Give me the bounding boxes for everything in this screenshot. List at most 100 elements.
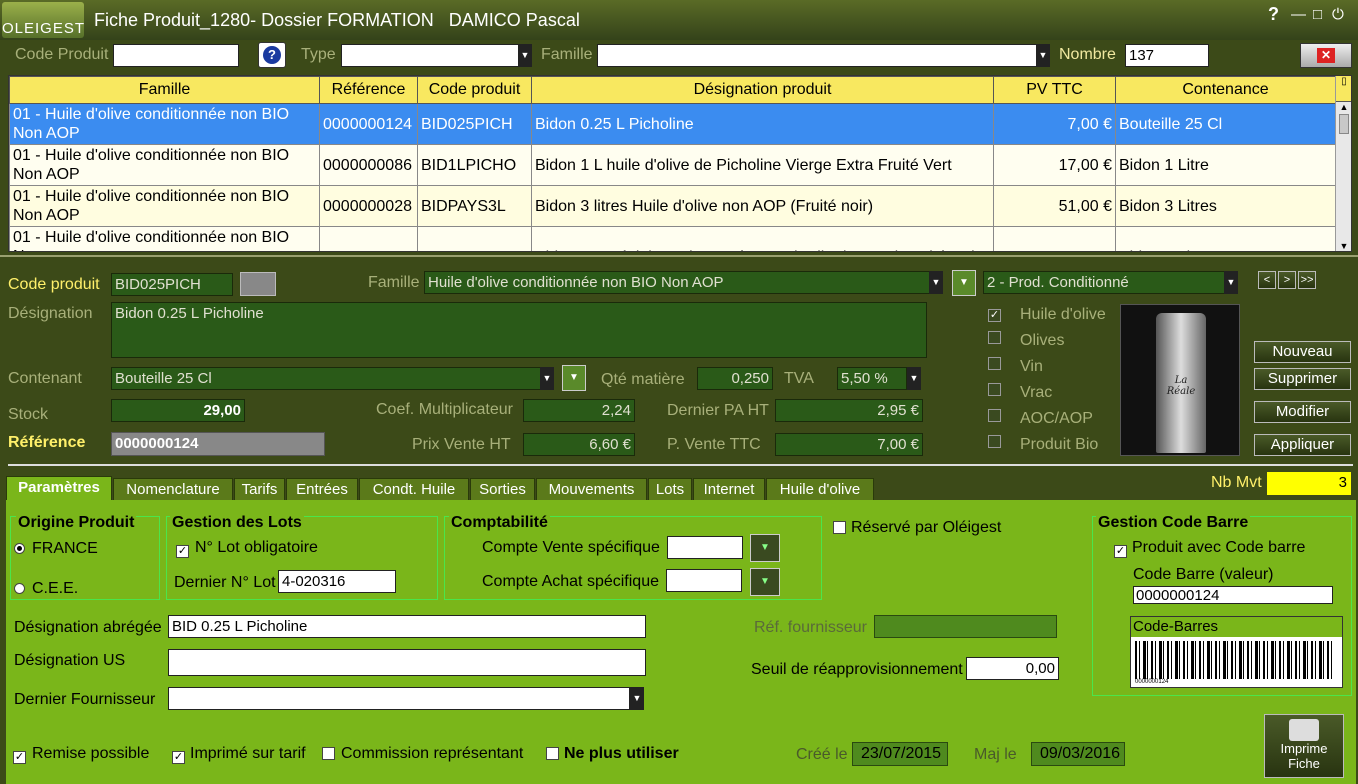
designation-textarea[interactable]: Bidon 0.25 L Picholine bbox=[111, 302, 927, 358]
codebarre-check[interactable]: ✓ bbox=[1114, 541, 1127, 558]
code-produit-search-input[interactable] bbox=[113, 44, 239, 67]
table-row[interactable]: 01 - Huile d'olive conditionnée non BIO … bbox=[9, 185, 1336, 227]
lot-obligatoire-check[interactable]: ✓ bbox=[176, 541, 189, 558]
tab-mouvements[interactable]: Mouvements bbox=[536, 478, 647, 502]
minimize-icon[interactable]: — bbox=[1291, 6, 1306, 23]
grid-scrollbar[interactable]: ▯ ▲ ▼ bbox=[1335, 76, 1351, 251]
close-search-button[interactable]: ✕ bbox=[1300, 43, 1352, 68]
prix-vente-ht-input[interactable]: 6,60 € bbox=[523, 433, 635, 456]
prev-button[interactable]: < bbox=[1258, 271, 1276, 289]
chevron-down-icon[interactable]: ▼ bbox=[540, 367, 554, 390]
chevron-down-icon[interactable]: ▼ bbox=[1224, 271, 1238, 294]
type-detail-select[interactable]: 2 - Prod. Conditionné bbox=[983, 271, 1225, 294]
scroll-thumb[interactable] bbox=[1339, 114, 1349, 134]
remise-check[interactable]: ✓ bbox=[13, 747, 26, 764]
next-button[interactable]: > bbox=[1278, 271, 1296, 289]
checkbox[interactable] bbox=[833, 521, 846, 534]
checkbox[interactable] bbox=[988, 435, 1001, 448]
chevron-down-icon[interactable]: ▼ bbox=[630, 687, 644, 710]
tab-parametres[interactable]: Paramètres bbox=[6, 476, 112, 501]
power-icon[interactable]: ⏻ bbox=[1332, 6, 1344, 23]
checkbox[interactable]: ✓ bbox=[13, 751, 26, 764]
supprimer-button[interactable]: Supprimer bbox=[1254, 368, 1351, 390]
check-vin[interactable] bbox=[988, 357, 1001, 374]
tab-huile-olive[interactable]: Huile d'olive bbox=[766, 478, 874, 502]
tab-entrees[interactable]: Entrées bbox=[286, 478, 358, 502]
help-icon[interactable]: ? bbox=[1268, 4, 1279, 25]
chevron-down-icon[interactable]: ▼ bbox=[518, 44, 532, 67]
help-search-button[interactable]: ? bbox=[258, 42, 286, 68]
col-code[interactable]: Code produit bbox=[417, 76, 532, 104]
tva-select[interactable]: 5,50 % bbox=[837, 367, 907, 390]
col-contenance[interactable]: Contenance bbox=[1115, 76, 1336, 104]
table-row[interactable]: 01 - Huile d'olive conditionnée non BIO … bbox=[9, 226, 1336, 251]
table-row[interactable]: 01 - Huile d'olive conditionnée non BIO … bbox=[9, 144, 1336, 186]
tab-tarifs[interactable]: Tarifs bbox=[234, 478, 285, 502]
imprime-fiche-button[interactable]: Imprime Fiche bbox=[1264, 714, 1344, 778]
check-aoc[interactable] bbox=[988, 409, 1001, 426]
compte-achat-lookup-icon[interactable]: ▼ bbox=[750, 568, 780, 596]
tab-condt-huile[interactable]: Condt. Huile bbox=[359, 478, 469, 502]
ne-plus-utiliser-check[interactable] bbox=[546, 747, 559, 764]
camera-icon[interactable] bbox=[240, 272, 276, 296]
checkbox[interactable] bbox=[546, 747, 559, 760]
famille-select[interactable] bbox=[597, 44, 1037, 67]
dernier-pa-input[interactable]: 2,95 € bbox=[775, 399, 923, 422]
ref-fournisseur-input[interactable] bbox=[874, 615, 1057, 638]
check-vrac[interactable] bbox=[988, 383, 1001, 400]
contenant-select[interactable]: Bouteille 25 Cl bbox=[111, 367, 541, 390]
chevron-down-icon[interactable]: ▼ bbox=[907, 367, 921, 390]
checkbox[interactable] bbox=[322, 747, 335, 760]
tab-lots[interactable]: Lots bbox=[648, 478, 692, 502]
col-designation[interactable]: Désignation produit bbox=[531, 76, 994, 104]
check-bio[interactable] bbox=[988, 435, 1001, 452]
table-row[interactable]: 01 - Huile d'olive conditionnée non BIO … bbox=[9, 103, 1336, 145]
type-select[interactable] bbox=[341, 44, 519, 67]
chevron-down-icon[interactable]: ▼ bbox=[1036, 44, 1050, 67]
check-olives[interactable] bbox=[988, 331, 1001, 348]
checkbox[interactable] bbox=[988, 383, 1001, 396]
expand-icon[interactable]: ▼ bbox=[562, 365, 586, 391]
tab-nomenclature[interactable]: Nomenclature bbox=[113, 478, 233, 502]
nouveau-button[interactable]: Nouveau bbox=[1254, 341, 1351, 363]
commission-check[interactable] bbox=[322, 747, 335, 764]
code-produit-detail-input[interactable]: BID025PICH bbox=[111, 273, 233, 296]
designation-us-input[interactable] bbox=[168, 649, 646, 676]
appliquer-button[interactable]: Appliquer bbox=[1254, 434, 1351, 456]
tab-sorties[interactable]: Sorties bbox=[470, 478, 535, 502]
checkbox[interactable]: ✓ bbox=[988, 309, 1001, 322]
checkbox[interactable]: ✓ bbox=[176, 545, 189, 558]
imprime-tarif-check[interactable]: ✓ bbox=[172, 747, 185, 764]
tab-internet[interactable]: Internet bbox=[693, 478, 765, 502]
check-huile[interactable]: ✓ bbox=[988, 305, 1001, 322]
compte-achat-input[interactable] bbox=[666, 569, 742, 592]
checkbox[interactable] bbox=[988, 331, 1001, 344]
scroll-up-icon[interactable]: ▲ bbox=[1336, 102, 1351, 112]
seuil-input[interactable]: 0,00 bbox=[966, 657, 1059, 680]
qte-matiere-input[interactable]: 0,250 bbox=[697, 367, 773, 390]
maximize-icon[interactable]: □ bbox=[1313, 6, 1322, 23]
compte-vente-input[interactable] bbox=[667, 536, 743, 559]
grid-settings-icon[interactable]: ▯ bbox=[1336, 76, 1351, 102]
radio-france[interactable] bbox=[14, 543, 25, 554]
reserve-check[interactable] bbox=[833, 521, 846, 538]
checkbox[interactable]: ✓ bbox=[172, 751, 185, 764]
checkbox[interactable] bbox=[988, 409, 1001, 422]
scroll-down-icon[interactable]: ▼ bbox=[1336, 241, 1351, 251]
last-button[interactable]: >> bbox=[1298, 271, 1316, 289]
col-pvttc[interactable]: PV TTC bbox=[993, 76, 1116, 104]
chevron-down-icon[interactable]: ▼ bbox=[929, 271, 943, 294]
pv-ttc-input[interactable]: 7,00 € bbox=[775, 433, 923, 456]
coef-input[interactable]: 2,24 bbox=[523, 399, 635, 422]
col-reference[interactable]: Référence bbox=[319, 76, 418, 104]
famille-detail-select[interactable]: Huile d'olive conditionnée non BIO Non A… bbox=[424, 271, 930, 294]
radio-cee[interactable] bbox=[14, 583, 25, 594]
checkbox[interactable]: ✓ bbox=[1114, 545, 1127, 558]
codebarre-valeur-input[interactable]: 0000000124 bbox=[1133, 586, 1333, 604]
expand-icon[interactable]: ▼ bbox=[952, 270, 976, 296]
modifier-button[interactable]: Modifier bbox=[1254, 401, 1351, 423]
checkbox[interactable] bbox=[988, 357, 1001, 370]
compte-vente-lookup-icon[interactable]: ▼ bbox=[750, 534, 780, 562]
dernier-lot-input[interactable]: 4-020316 bbox=[278, 570, 396, 593]
col-famille[interactable]: Famille bbox=[9, 76, 320, 104]
